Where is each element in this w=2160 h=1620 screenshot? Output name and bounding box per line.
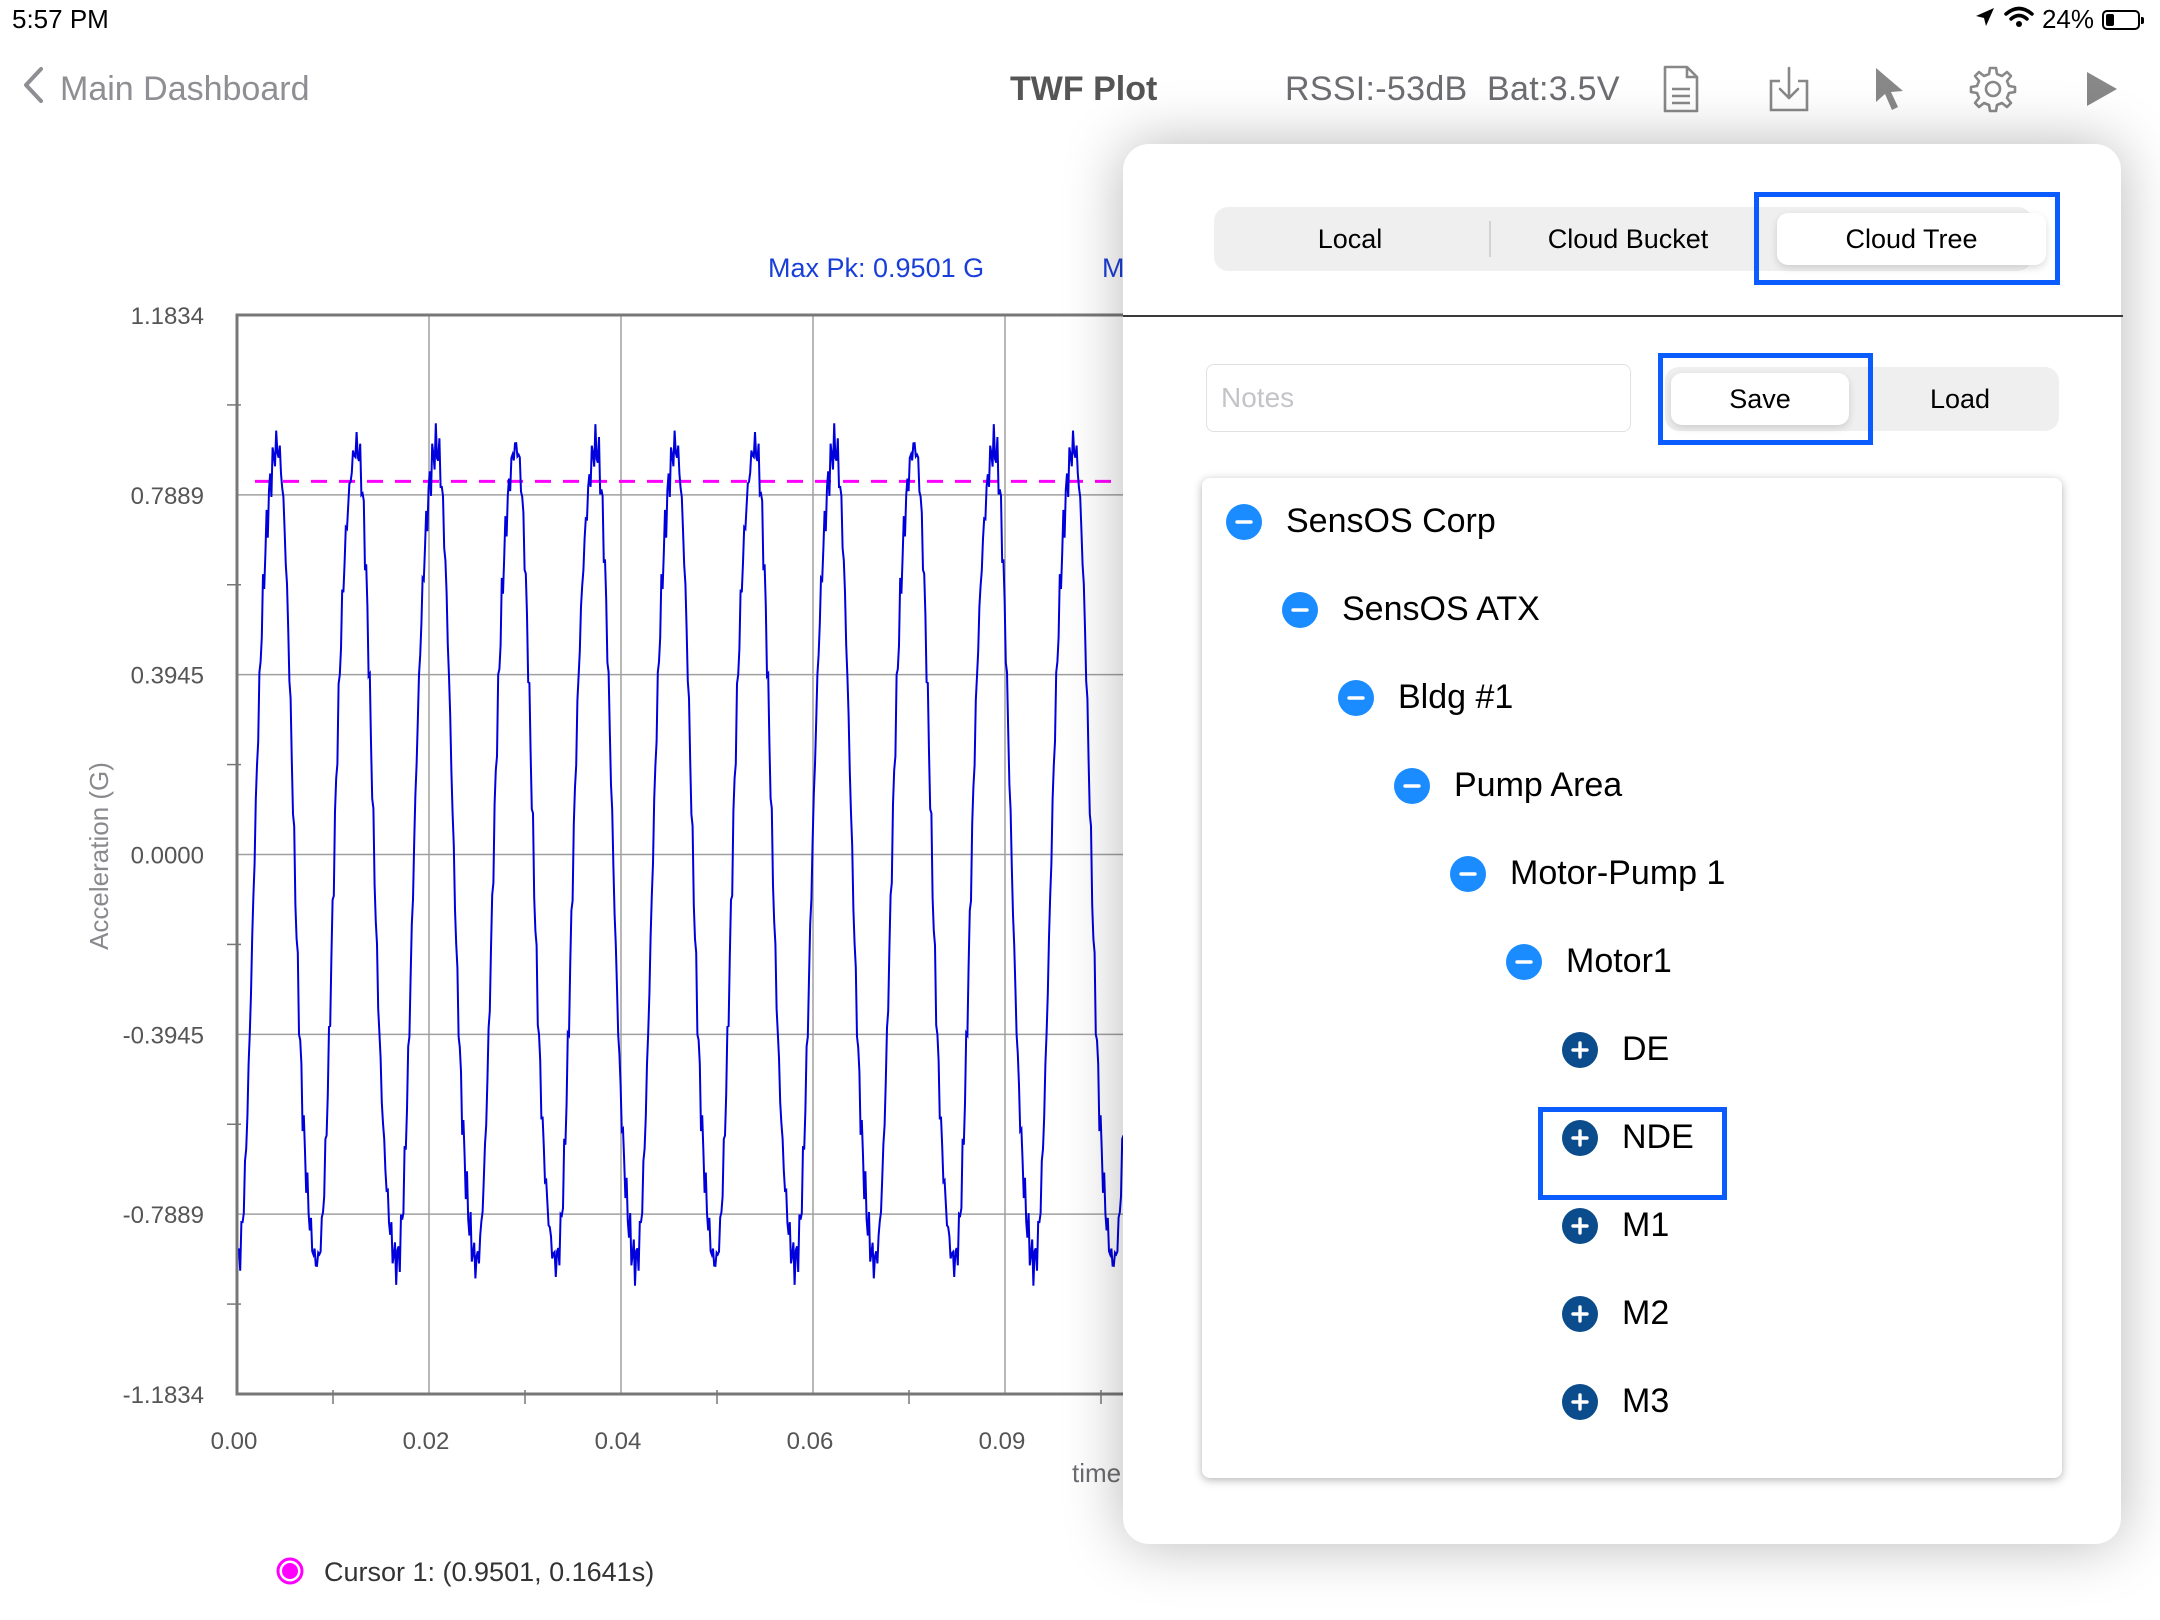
cloud-tree-highlight [1754, 192, 2060, 285]
x-tick-label: 0.04 [595, 1428, 642, 1455]
cloud-tree-view: SensOS Corp SensOS ATX Bldg #1 Pump Area Mot… [1202, 478, 2062, 1478]
tree-node[interactable]: M1 [1562, 1206, 1669, 1245]
popover-arrow [1760, 120, 1812, 146]
x-tick-label: 0.06 [787, 1428, 834, 1455]
chevron-left-icon [22, 66, 44, 113]
section-divider [1123, 315, 2123, 317]
truncated-header-label: M [1102, 253, 1125, 283]
expand-plus-icon[interactable] [1562, 1295, 1598, 1332]
tab-cloud-bucket[interactable]: Cloud Bucket [1492, 207, 1764, 271]
collapse-minus-icon[interactable] [1226, 503, 1262, 540]
x-tick-labels: 0.00 0.02 0.04 0.06 0.09 [211, 1428, 1026, 1455]
tree-node[interactable]: Bldg #1 [1338, 678, 1513, 717]
expand-plus-icon[interactable] [1562, 1031, 1598, 1068]
y-tick-label: 0.0000 [131, 843, 204, 870]
x-tick-label: 0.02 [403, 1428, 450, 1455]
max-peak-label: Max Pk: 0.9501 G [768, 253, 984, 283]
chart-grid [227, 313, 1130, 1404]
tab-local[interactable]: Local [1214, 207, 1486, 271]
x-axis-label: time [1072, 1458, 1121, 1488]
collapse-minus-icon[interactable] [1450, 855, 1486, 892]
status-indicators: 24% [1974, 4, 2144, 35]
document-icon[interactable] [1654, 62, 1708, 116]
y-tick-label: 1.1834 [131, 303, 204, 330]
tree-node-label: M1 [1622, 1206, 1670, 1244]
expand-plus-icon[interactable] [1562, 1207, 1598, 1244]
signal-battery-readout: RSSI:-53dB Bat:3.5V [1285, 70, 1620, 109]
y-tick-labels: 1.1834 0.7889 0.3945 0.0000 -0.3945 -0.7889 -1… [123, 303, 204, 1409]
save-load-popover: Local Cloud Bucket Cloud Tree Save Load … [1123, 144, 2123, 1544]
wifi-icon [2004, 4, 2034, 35]
y-axis-label: Acceleration (G) [84, 762, 114, 950]
tree-node[interactable]: SensOS Corp [1226, 502, 1496, 541]
x-tick-label: 0.00 [211, 1428, 258, 1455]
cursor-pointer-icon[interactable] [1862, 62, 1916, 116]
tree-node[interactable]: DE [1562, 1030, 1669, 1069]
tree-node-label: Pump Area [1454, 766, 1623, 804]
tree-node-label: M3 [1622, 1382, 1670, 1420]
download-icon[interactable] [1762, 62, 1816, 116]
rssi-value: RSSI:-53dB [1285, 70, 1468, 108]
page-title: TWF Plot [1010, 70, 1158, 108]
segment-divider [1489, 221, 1491, 257]
tree-node-label: Motor-Pump 1 [1510, 854, 1726, 892]
expand-plus-icon[interactable] [1562, 1383, 1598, 1420]
tree-node-label: SensOS Corp [1286, 502, 1496, 540]
back-button[interactable]: Main Dashboard [22, 66, 309, 113]
play-icon[interactable] [2074, 62, 2128, 116]
battery-voltage: Bat:3.5V [1487, 70, 1620, 108]
tree-node-label: SensOS ATX [1342, 590, 1540, 628]
status-time: 5:57 PM [12, 4, 109, 34]
twf-chart[interactable]: Max Pk: 0.9501 G M 1.1834 0.7889 0.3945 0.0… [0, 170, 1130, 1620]
collapse-minus-icon[interactable] [1338, 679, 1374, 716]
collapse-minus-icon[interactable] [1506, 943, 1542, 980]
tree-node[interactable]: Motor-Pump 1 [1450, 854, 1725, 893]
tree-node-label: Bldg #1 [1398, 678, 1514, 716]
cursor-legend-label: Cursor 1: (0.9501, 0.1641s) [324, 1557, 654, 1587]
y-tick-label: -0.3945 [123, 1022, 204, 1049]
battery-icon [2102, 9, 2144, 30]
y-tick-label: 0.7889 [131, 483, 204, 510]
gear-icon[interactable] [1966, 62, 2020, 116]
tree-node[interactable]: Motor1 [1506, 942, 1672, 981]
y-tick-label: 0.3945 [131, 663, 204, 690]
tree-node-label: Motor1 [1566, 942, 1672, 980]
tree-node[interactable]: Pump Area [1394, 766, 1622, 805]
tree-node[interactable]: M3 [1562, 1382, 1669, 1421]
nde-highlight [1538, 1107, 1727, 1200]
notes-input[interactable] [1206, 364, 1631, 432]
battery-percent: 24% [2041, 4, 2094, 34]
y-tick-label: -0.7889 [123, 1202, 204, 1229]
back-label: Main Dashboard [60, 70, 310, 108]
tree-node[interactable]: SensOS ATX [1282, 590, 1540, 629]
tree-node[interactable]: M2 [1562, 1294, 1669, 1333]
x-tick-label: 0.09 [979, 1428, 1026, 1455]
load-button[interactable]: Load [1861, 367, 2059, 431]
save-highlight [1658, 353, 1873, 445]
collapse-minus-icon[interactable] [1282, 591, 1318, 628]
tree-node-label: DE [1622, 1030, 1670, 1068]
tree-node-label: M2 [1622, 1294, 1670, 1332]
y-tick-label: -1.1834 [123, 1382, 204, 1409]
location-icon [1974, 4, 1996, 35]
collapse-minus-icon[interactable] [1394, 767, 1430, 804]
cursor-legend-marker-fill [282, 1563, 298, 1579]
